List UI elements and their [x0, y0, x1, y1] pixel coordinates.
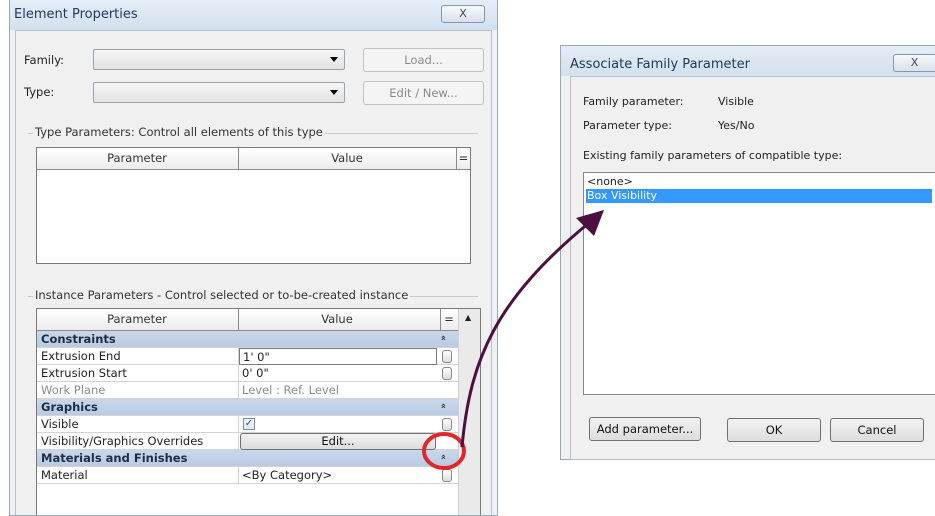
annotation-arrow — [460, 220, 591, 448]
highlight-circle — [422, 432, 466, 470]
annotation-overlay — [422, 210, 604, 470]
